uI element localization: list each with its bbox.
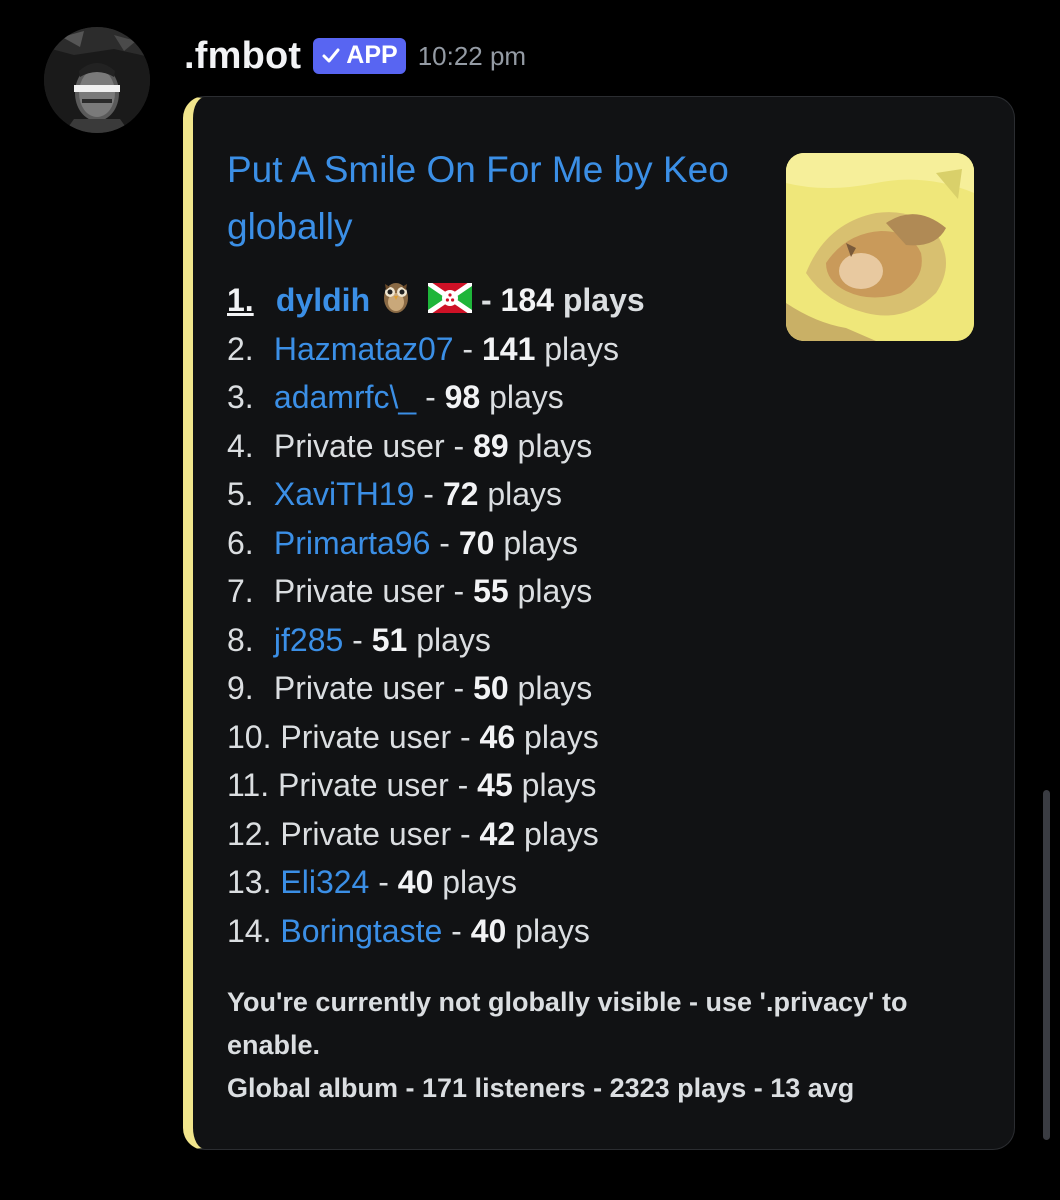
embed-footer: You're currently not globally visible - … xyxy=(227,981,967,1110)
bot-avatar[interactable] xyxy=(44,27,150,133)
rank-number: 7. xyxy=(227,573,254,609)
username-link[interactable]: Eli324 xyxy=(280,864,369,900)
list-item: 6. Primarta96 - 70 plays xyxy=(227,519,787,568)
album-thumbnail[interactable] xyxy=(786,153,974,341)
rank-number: 4. xyxy=(227,427,254,464)
private-user-label: Private user xyxy=(280,815,452,852)
list-item: 11. Private user - 45 plays xyxy=(227,761,787,810)
plays-suffix: plays xyxy=(535,330,619,367)
album-cover-icon xyxy=(786,153,974,341)
list-item: 1. dyldih - 184 plays xyxy=(227,276,787,325)
rank-number: 9. xyxy=(227,670,254,706)
burundi-flag-icon xyxy=(426,278,474,327)
username-link[interactable]: dyldih xyxy=(276,282,370,318)
play-count: 141 xyxy=(481,330,536,367)
list-item: 7. Private user - 55 plays xyxy=(227,567,787,616)
play-count: 89 xyxy=(473,427,509,464)
play-count: 45 xyxy=(477,767,513,803)
username-link[interactable]: adamrfc\_ xyxy=(274,379,416,415)
private-user-label: Private user xyxy=(273,427,445,464)
rank-number: 13. xyxy=(227,864,272,900)
plays-suffix: plays xyxy=(478,476,563,512)
global-album-stats: Global album - 171 listeners - 2323 play… xyxy=(227,1073,855,1103)
list-item: 9. Private user - 50 plays xyxy=(227,664,787,713)
scrollbar[interactable] xyxy=(1043,790,1050,1140)
rank-number: 2. xyxy=(227,330,254,367)
private-user-label: Private user xyxy=(273,573,445,609)
list-item: 5. XaviTH19 - 72 plays xyxy=(227,470,787,519)
play-count: 51 xyxy=(371,621,408,658)
embed-title[interactable]: Put A Smile On For Me by Keo globally xyxy=(227,141,747,255)
list-item: 10. Private user - 46 plays xyxy=(227,713,787,762)
plays-suffix: plays xyxy=(553,282,645,318)
author-name[interactable]: .fmbot xyxy=(184,35,301,78)
play-count: 70 xyxy=(458,524,495,561)
list-item: 12. Private user - 42 plays xyxy=(227,810,787,859)
plays-suffix: plays xyxy=(433,864,517,900)
private-user-label: Private user xyxy=(278,767,449,803)
username-link[interactable]: Boringtaste xyxy=(280,913,442,949)
rankings-list: 1. dyldih - 184 plays 2. Hazmataz07 - 14… xyxy=(227,276,787,955)
owl-icon xyxy=(380,278,412,328)
list-item: 14. Boringtaste - 40 plays xyxy=(227,907,787,956)
play-count: 72 xyxy=(442,476,479,512)
plays-suffix: plays xyxy=(515,718,599,755)
plays-suffix: plays xyxy=(508,670,593,706)
rank-number: 3. xyxy=(227,379,254,415)
play-count: 98 xyxy=(444,379,481,415)
plays-suffix: plays xyxy=(407,621,491,658)
list-item: 2. Hazmataz07 - 141 plays xyxy=(227,325,787,374)
list-item: 13. Eli324 - 40 plays xyxy=(227,858,787,907)
plays-suffix: plays xyxy=(508,427,593,464)
plays-suffix: plays xyxy=(506,912,590,949)
timestamp[interactable]: 10:22 pm xyxy=(418,41,526,72)
app-badge-label: APP xyxy=(346,41,398,69)
list-item: 8. jf285 - 51 plays xyxy=(227,616,787,665)
list-item: 3. adamrfc\_ - 98 plays xyxy=(227,373,787,422)
rank-number: 12. xyxy=(227,815,272,852)
private-user-label: Private user xyxy=(280,718,452,755)
user-avatar-icon xyxy=(44,27,150,133)
play-count: 46 xyxy=(479,718,516,755)
app-badge: APP xyxy=(313,38,406,74)
rank-number: 1. xyxy=(227,282,254,318)
plays-suffix: plays xyxy=(508,573,593,609)
play-count: 42 xyxy=(479,815,516,852)
private-user-label: Private user xyxy=(273,670,445,706)
checkmark-icon xyxy=(322,48,340,62)
rank-number: 10. xyxy=(227,718,272,755)
play-count: 184 xyxy=(500,282,554,318)
rank-number: 5. xyxy=(227,476,254,512)
username-link[interactable]: XaviTH19 xyxy=(274,476,415,512)
list-item: 4. Private user - 89 plays xyxy=(227,422,787,471)
plays-suffix: plays xyxy=(480,379,564,415)
play-count: 50 xyxy=(473,670,509,706)
plays-suffix: plays xyxy=(512,767,597,803)
message-header: .fmbot APP 10:22 pm xyxy=(184,30,526,82)
username-link[interactable]: Primarta96 xyxy=(274,525,431,561)
embed-card: Put A Smile On For Me by Keo globally 1.… xyxy=(183,96,1015,1150)
rank-number: 8. xyxy=(227,621,254,658)
play-count: 40 xyxy=(470,912,507,949)
play-count: 40 xyxy=(397,864,434,900)
play-count: 55 xyxy=(473,573,509,609)
username-link[interactable]: jf285 xyxy=(274,622,343,658)
username-link[interactable]: Hazmataz07 xyxy=(274,331,454,367)
rank-number: 11. xyxy=(227,767,270,803)
plays-suffix: plays xyxy=(494,524,579,561)
privacy-notice: You're currently not globally visible - … xyxy=(227,987,908,1060)
rank-number: 6. xyxy=(227,524,254,561)
rank-number: 14. xyxy=(227,912,272,949)
plays-suffix: plays xyxy=(515,815,599,852)
